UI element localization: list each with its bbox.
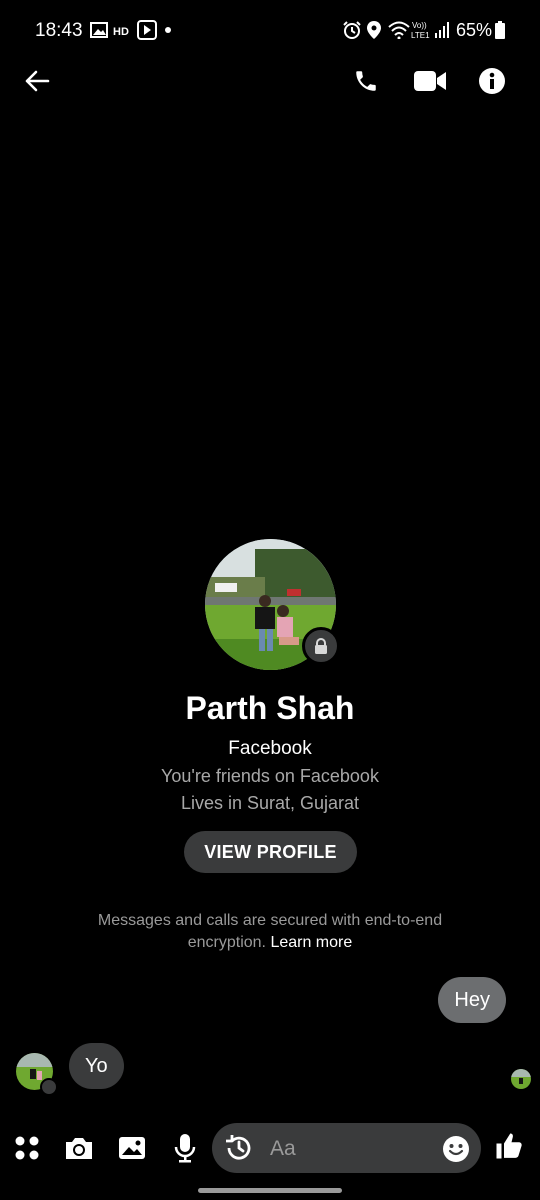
location-icon (367, 21, 381, 39)
back-arrow-icon (25, 70, 50, 92)
encrypted-lock-badge (302, 627, 340, 665)
volte-icon: Vo))LTE1 (411, 21, 430, 40)
gallery-button[interactable] (110, 1126, 154, 1170)
message-bubble-incoming[interactable]: Yo (69, 1043, 124, 1089)
svg-text:LTE1: LTE1 (411, 31, 430, 40)
emoji-button[interactable] (438, 1131, 474, 1167)
hd-icon: HD (113, 26, 129, 38)
history-icon (226, 1135, 251, 1160)
video-call-button[interactable] (406, 57, 454, 105)
dot-icon (165, 27, 171, 33)
recent-stickers-button[interactable] (220, 1129, 258, 1167)
svg-text:HD: HD (113, 26, 129, 38)
contact-location: Lives in Surat, Gujarat (180, 793, 360, 813)
battery-icon (495, 21, 505, 39)
camera-icon (66, 1138, 92, 1159)
read-receipt-avatar (511, 1069, 531, 1089)
gallery-icon (119, 1137, 145, 1159)
signal-icon (435, 22, 449, 38)
mic-icon (174, 1134, 196, 1163)
media-icon (137, 20, 157, 40)
phone-icon (356, 71, 376, 91)
sender-lock-badge (40, 1078, 58, 1096)
more-actions-button[interactable] (5, 1126, 49, 1170)
home-indicator[interactable] (198, 1188, 342, 1193)
wifi-icon (388, 21, 410, 39)
message-composer (212, 1123, 481, 1175)
view-profile-button[interactable]: VIEW PROFILE (184, 831, 357, 873)
info-icon (479, 68, 505, 94)
status-time: 18:43 (35, 20, 83, 41)
menu-grid-icon (15, 1136, 39, 1160)
video-icon (414, 71, 446, 91)
profile-avatar[interactable] (205, 539, 340, 670)
thumbs-up-icon (496, 1133, 522, 1159)
image-icon (90, 22, 108, 38)
battery-percent: 65% (455, 20, 492, 40)
message-input[interactable] (268, 1123, 432, 1175)
back-button[interactable] (13, 57, 61, 105)
info-button[interactable] (468, 57, 516, 105)
voice-message-button[interactable] (163, 1126, 207, 1170)
lock-icon (315, 638, 327, 654)
camera-button[interactable] (57, 1126, 101, 1170)
contact-name: Parth Shah (185, 690, 355, 726)
alarm-icon (343, 21, 361, 39)
friendship-status: You're friends on Facebook (161, 766, 379, 786)
emoji-icon (443, 1136, 469, 1162)
message-bubble-outgoing[interactable]: Hey (438, 977, 506, 1023)
encryption-notice: Messages and calls are secured with end-… (60, 910, 480, 954)
status-bar: 18:43 HD Vo)) LTE1 65% (0, 0, 540, 62)
contact-platform: Facebook (228, 738, 312, 759)
learn-more-link[interactable]: Learn more (270, 934, 352, 951)
svg-text:Vo)): Vo)) (412, 21, 427, 30)
voice-call-button[interactable] (342, 57, 390, 105)
send-like-button[interactable] (487, 1124, 531, 1168)
